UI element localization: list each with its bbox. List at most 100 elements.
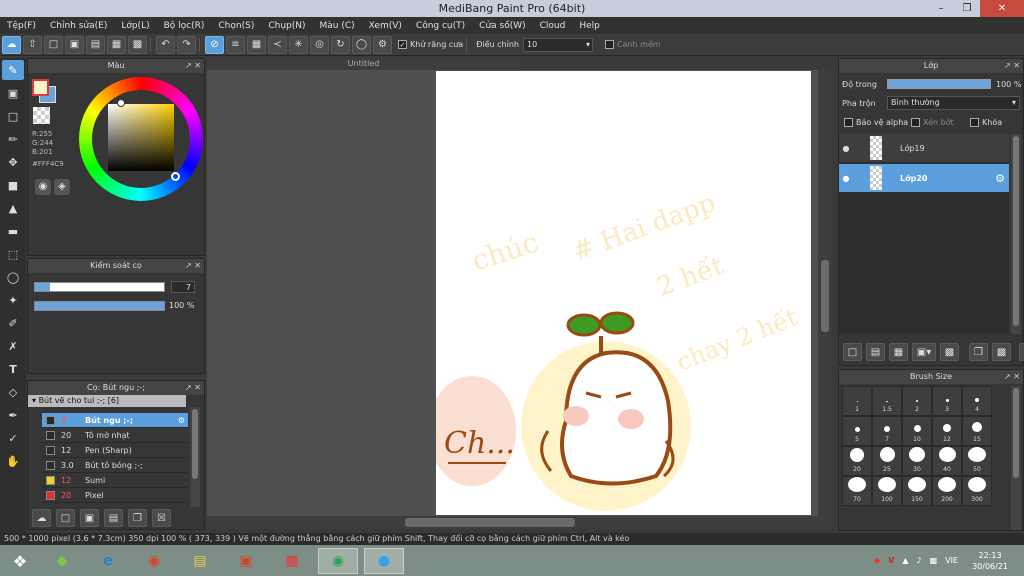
snap-off-icon[interactable]: ⊘ <box>205 35 224 54</box>
gear-icon[interactable]: ⚙ <box>178 416 185 425</box>
add-layer-menu-icon[interactable]: ▣▾ <box>912 343 936 361</box>
new-folder-icon[interactable]: ▤ <box>104 509 123 527</box>
vanish-snap-icon[interactable]: ≺ <box>268 35 287 54</box>
close-button[interactable]: ✕ <box>980 0 1024 17</box>
maximize-button[interactable]: ❐ <box>954 0 980 17</box>
menu-filter[interactable]: Bộ lọc(R) <box>157 21 212 31</box>
scrollbar-thumb[interactable] <box>1013 136 1019 326</box>
redo-icon[interactable]: ↷ <box>177 35 196 54</box>
dot-brush-tool-icon[interactable]: ✏ <box>2 129 24 149</box>
add-brush-icon[interactable]: ▣ <box>80 509 99 527</box>
windows-start-icon[interactable]: ❖ <box>0 548 40 574</box>
panel-controls-icon[interactable]: ↗ ✕ <box>1004 370 1020 384</box>
brush-size-option[interactable]: 5 <box>842 416 872 446</box>
fill-rect-tool-icon[interactable]: ■ <box>2 175 24 195</box>
chat-icon[interactable]: ▣ <box>65 35 84 54</box>
brush-size-option[interactable]: 4 <box>962 386 992 416</box>
layer-row-20[interactable]: ● Lớp20 ⚙ <box>839 164 1009 192</box>
new-folder-icon[interactable]: ▩ <box>940 343 959 361</box>
panel-controls-icon[interactable]: ↗ ✕ <box>185 59 201 73</box>
layer-row-19[interactable]: ● Lớp19 <box>839 134 1009 162</box>
settings-icon[interactable]: ⚙ <box>373 35 392 54</box>
minimize-button[interactable]: – <box>928 0 954 17</box>
menu-select[interactable]: Chọn(S) <box>211 21 261 31</box>
brush-size-option[interactable]: 70 <box>842 476 872 506</box>
brush-item[interactable]: 12 Pen (Sharp) <box>42 443 188 458</box>
curve-snap-icon[interactable]: ↻ <box>331 35 350 54</box>
brush-list-scrollbar[interactable] <box>190 407 200 507</box>
panel-controls-icon[interactable]: ↗ ✕ <box>185 259 201 273</box>
comment-icon[interactable]: □ <box>44 35 63 54</box>
scrollbar-thumb[interactable] <box>821 260 829 332</box>
saturation-value-square[interactable] <box>108 104 174 171</box>
eraser-tool-icon[interactable]: ▣ <box>2 83 24 103</box>
brush-size-option[interactable]: 7 <box>872 416 902 446</box>
opacity-slider[interactable] <box>34 301 165 311</box>
tray-v-icon[interactable]: V <box>888 556 894 565</box>
scrollbar-thumb[interactable] <box>192 409 198 479</box>
brush-size-option[interactable]: 12 <box>932 416 962 446</box>
soft-edge-toggle[interactable]: Canh mềm <box>604 40 661 49</box>
palette-edit-icon[interactable]: ◈ <box>54 179 70 195</box>
select-eraser-tool-icon[interactable]: ✗ <box>2 336 24 356</box>
brush-item[interactable]: 7 Bút ngu ;-; ⚙ <box>42 413 188 428</box>
brush-size-option[interactable]: 30 <box>902 446 932 476</box>
brush-size-option[interactable]: 50 <box>962 446 992 476</box>
menu-tools[interactable]: Công cụ(T) <box>409 21 472 31</box>
green-app-icon[interactable]: ◉ <box>318 548 358 574</box>
menu-snap[interactable]: Chụp(N) <box>261 21 312 31</box>
menu-cloud[interactable]: Cloud <box>533 21 573 31</box>
protect-alpha-toggle[interactable]: Bảo vệ alpha <box>844 118 908 127</box>
gear-icon[interactable]: ⚙ <box>995 172 1005 185</box>
brush-size-option[interactable]: 25 <box>872 446 902 476</box>
brush-size-option[interactable]: 300 <box>962 476 992 506</box>
lock-toggle[interactable]: Khóa <box>970 118 1002 127</box>
select-tool-icon[interactable]: ⬚ <box>2 244 24 264</box>
radial-snap-icon[interactable]: ✳ <box>289 35 308 54</box>
canvas-vertical-scrollbar[interactable] <box>818 70 832 516</box>
visibility-icon[interactable]: ● <box>839 174 853 183</box>
menu-layer[interactable]: Lớp(L) <box>114 21 156 31</box>
tray-show-icon[interactable]: ▲ <box>902 556 908 565</box>
sv-picker-handle[interactable] <box>117 99 125 107</box>
parallel-snap-icon[interactable]: ≡ <box>226 35 245 54</box>
tab-untitled[interactable]: Untitled <box>207 58 520 70</box>
brush-size-option[interactable]: 10 <box>902 416 932 446</box>
menu-edit[interactable]: Chỉnh sửa(E) <box>43 21 114 31</box>
magic-wand-tool-icon[interactable]: ✦ <box>2 290 24 310</box>
visibility-icon[interactable]: ● <box>839 144 853 153</box>
menu-window[interactable]: Cửa số(W) <box>472 21 532 31</box>
lasso-tool-icon[interactable]: ◯ <box>2 267 24 287</box>
delete-layer-icon[interactable]: ☒ <box>1019 343 1024 361</box>
clock[interactable]: 22:13 30/06/21 <box>972 550 1008 572</box>
scrollbar-thumb[interactable] <box>405 518 575 527</box>
new-halftone-layer-icon[interactable]: ▤ <box>866 343 885 361</box>
panel-controls-icon[interactable]: ↗ ✕ <box>1004 59 1020 73</box>
scrollbar-thumb[interactable] <box>1013 388 1019 478</box>
language-indicator[interactable]: VIE <box>945 556 958 565</box>
brush-size-option[interactable]: 2 <box>902 386 932 416</box>
text-tool-icon[interactable]: T <box>2 359 24 379</box>
cross-snap-icon[interactable]: ▦ <box>247 35 266 54</box>
gradient-tool-icon[interactable]: ▬ <box>2 221 24 241</box>
panel-controls-icon[interactable]: ↗ ✕ <box>185 381 201 395</box>
brush-cloud-icon[interactable]: ☁ <box>32 509 51 527</box>
brush-size-option[interactable]: 1 <box>842 386 872 416</box>
office-app-icon[interactable]: ▣ <box>226 548 266 574</box>
medibang-taskbar-icon[interactable]: ● <box>364 548 404 574</box>
ellipse-snap-icon[interactable]: ◯ <box>352 35 371 54</box>
brush-tool-icon[interactable]: ✎ <box>2 60 24 80</box>
hand-tool-icon[interactable]: ✋ <box>2 451 24 471</box>
brush-item[interactable]: 20 Pixel <box>42 488 188 503</box>
brush-size-option[interactable]: 3 <box>932 386 962 416</box>
divide-tool-icon[interactable]: ◇ <box>2 382 24 402</box>
transparent-swatch[interactable] <box>33 107 50 124</box>
network-icon[interactable]: ▩ <box>930 556 938 565</box>
canvas-horizontal-scrollbar[interactable] <box>207 516 832 529</box>
tray-app-icon[interactable]: ◆ <box>874 556 880 565</box>
brush-size-option[interactable]: 20 <box>842 446 872 476</box>
palette-icon[interactable]: ◉ <box>35 179 51 195</box>
brush-size-scrollbar[interactable] <box>1011 386 1021 530</box>
menu-view[interactable]: Xem(V) <box>362 21 409 31</box>
chrome-icon[interactable]: ◉ <box>134 548 174 574</box>
